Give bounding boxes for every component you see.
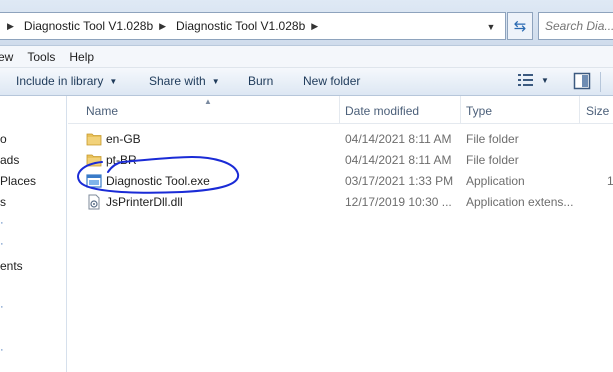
folder-icon	[86, 133, 102, 146]
breadcrumb-separator-icon[interactable]: ▶	[311, 21, 318, 32]
address-bar-region: ▶ Diagnostic Tool V1.028b ▶ Diagnostic T…	[0, 0, 613, 46]
command-bar: Include in library ▼ Share with ▼ Burn N…	[0, 68, 613, 96]
nav-item-icon: ·	[0, 344, 4, 356]
chevron-down-icon: ▼	[109, 76, 118, 86]
column-header-type[interactable]: Type	[466, 104, 492, 118]
new-folder-label: New folder	[303, 74, 361, 88]
nav-item-icon: ·	[0, 217, 4, 229]
toolbar-divider	[600, 72, 601, 92]
file-name: en-GB	[106, 132, 141, 146]
file-date: 04/14/2021 8:11 AM	[345, 153, 452, 167]
column-divider[interactable]	[339, 96, 340, 124]
file-date: 12/17/2019 10:30 ...	[345, 195, 452, 209]
menu-help[interactable]: Help	[62, 50, 101, 64]
breadcrumb-separator-icon[interactable]: ▶	[159, 21, 166, 32]
refresh-icon: ⇆	[513, 18, 527, 35]
nav-item-icon: ·	[0, 238, 4, 250]
preview-pane-icon	[573, 72, 591, 90]
file-type: Application extens...	[466, 195, 574, 209]
column-divider[interactable]	[579, 96, 580, 124]
search-input[interactable]	[538, 12, 613, 40]
file-type: Application	[466, 174, 525, 188]
file-row[interactable]: en-GB 04/14/2021 8:11 AM File folder	[68, 129, 613, 150]
nav-item[interactable]: o	[0, 132, 7, 146]
view-details-icon	[518, 74, 533, 86]
nav-item-downloads[interactable]: ads	[0, 153, 19, 167]
include-in-library-label: Include in library	[16, 74, 104, 88]
column-header-date-modified[interactable]: Date modified	[345, 104, 419, 118]
file-name: Diagnostic Tool.exe	[106, 174, 210, 188]
menu-tools[interactable]: Tools	[20, 50, 62, 64]
file-name: pt-BR	[106, 153, 137, 167]
column-divider[interactable]	[460, 96, 461, 124]
share-with-button[interactable]: Share with ▼	[149, 74, 220, 88]
new-folder-button[interactable]: New folder	[303, 74, 360, 88]
search-field[interactable]	[545, 19, 613, 33]
address-bar[interactable]: ▶ Diagnostic Tool V1.028b ▶ Diagnostic T…	[0, 12, 506, 40]
share-with-label: Share with	[149, 74, 206, 88]
sort-ascending-icon: ▲	[204, 97, 212, 106]
file-row[interactable]: Diagnostic Tool.exe 03/17/2021 1:33 PM A…	[68, 171, 613, 192]
breadcrumb-item[interactable]: Diagnostic Tool V1.028b	[24, 19, 153, 33]
chevron-down-icon: ▼	[211, 76, 220, 86]
file-date: 04/14/2021 8:11 AM	[345, 132, 452, 146]
menu-bar: ew Tools Help	[0, 46, 613, 68]
preview-pane-button[interactable]	[573, 72, 591, 93]
breadcrumb-separator-icon[interactable]: ▶	[7, 21, 14, 32]
address-dropdown-icon[interactable]: ▼	[481, 17, 501, 37]
dll-icon	[88, 194, 100, 210]
file-row[interactable]: pt-BR 04/14/2021 8:11 AM File folder	[68, 150, 613, 171]
nav-item-documents[interactable]: ents	[0, 259, 23, 273]
burn-label: Burn	[248, 74, 274, 88]
burn-button[interactable]: Burn	[248, 74, 273, 88]
nav-item[interactable]: s	[0, 195, 6, 209]
menu-view[interactable]: ew	[0, 50, 20, 64]
file-size: 1	[607, 174, 613, 188]
column-header-size[interactable]: Size	[586, 104, 609, 118]
column-header-name[interactable]: Name	[86, 104, 118, 118]
nav-item-icon: ·	[0, 301, 4, 313]
navigation-pane: o ads Places s ents · · · ·	[0, 96, 67, 372]
include-in-library-button[interactable]: Include in library ▼	[16, 74, 117, 88]
file-name: JsPrinterDll.dll	[106, 195, 183, 209]
chevron-down-icon: ▼	[541, 75, 549, 85]
change-view-button[interactable]: ▼	[517, 72, 549, 88]
folder-icon	[86, 154, 102, 167]
nav-item-recent-places[interactable]: Places	[0, 174, 36, 188]
file-type: File folder	[466, 153, 519, 167]
file-row[interactable]: JsPrinterDll.dll 12/17/2019 10:30 ... Ap…	[68, 192, 613, 213]
breadcrumb-item[interactable]: Diagnostic Tool V1.028b	[176, 19, 305, 33]
refresh-button[interactable]: ⇆	[507, 12, 533, 40]
application-icon	[86, 174, 102, 188]
file-date: 03/17/2021 1:33 PM	[345, 174, 454, 188]
file-type: File folder	[466, 132, 519, 146]
column-header-row: ▲ Name Date modified Type Size	[68, 96, 613, 124]
